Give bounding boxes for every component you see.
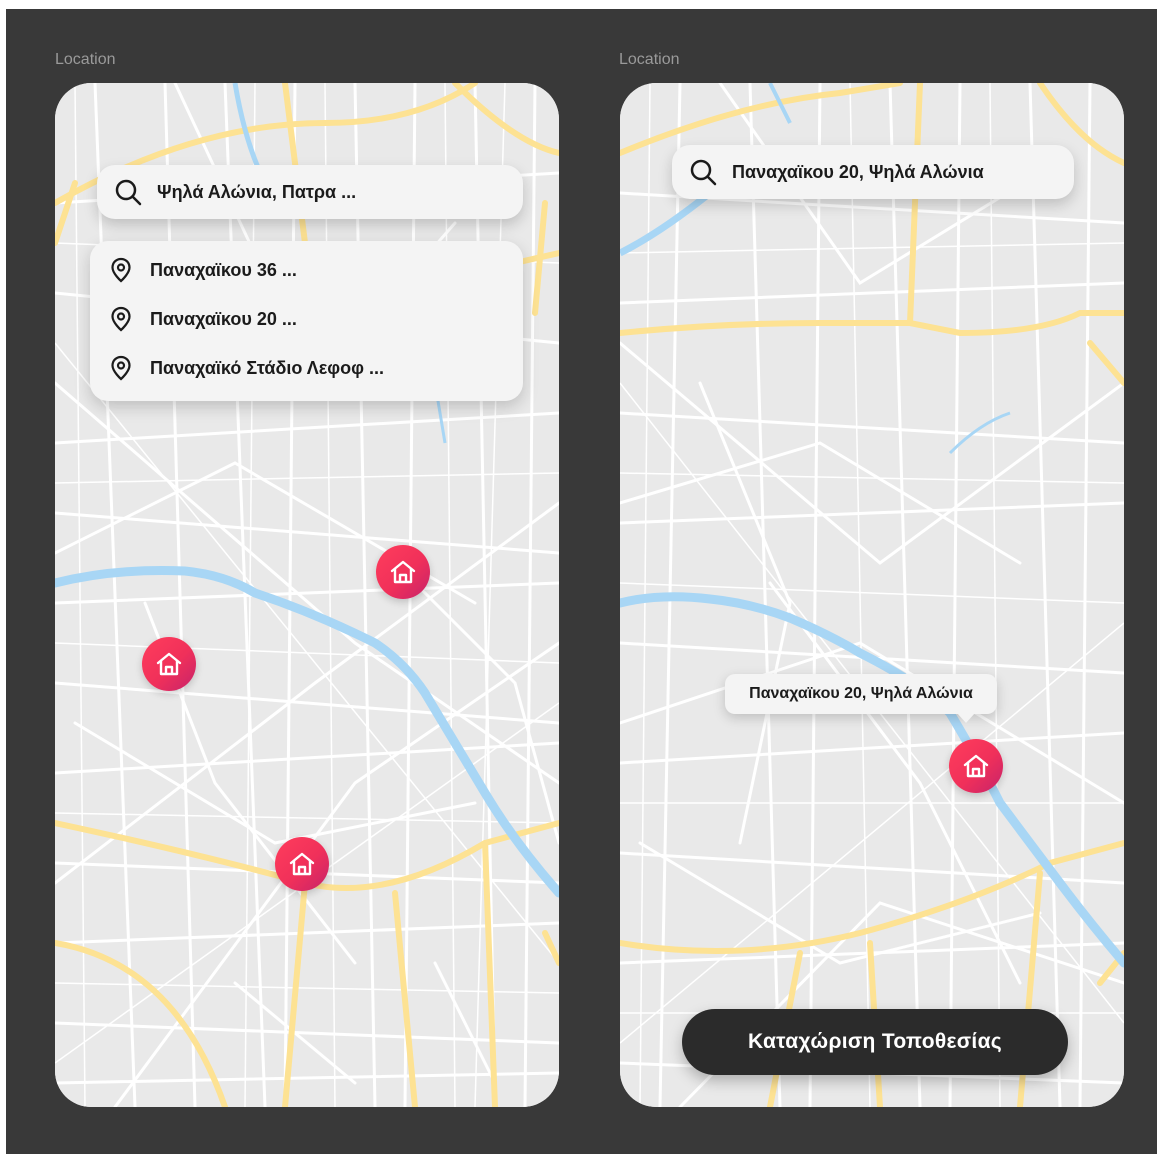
suggestions-dropdown: Παναχαϊκου 36 ... Παναχαϊκου 20 ... Πανα…: [90, 241, 523, 401]
phone-screen-search: Ψηλά Αλώνια, Πατρα ... Παναχαϊκου 36 ...…: [55, 83, 559, 1107]
search-bar[interactable]: Ψηλά Αλώνια, Πατρα ...: [97, 165, 523, 219]
property-marker[interactable]: [275, 837, 329, 891]
location-pin-icon: [111, 355, 131, 381]
search-icon: [115, 179, 142, 206]
property-marker[interactable]: [142, 637, 196, 691]
suggestion-label: Παναχαϊκου 36 ...: [150, 259, 297, 280]
location-pin-icon: [111, 306, 131, 332]
tooltip-tail: [957, 713, 975, 723]
home-icon: [390, 560, 416, 584]
property-marker[interactable]: [376, 545, 430, 599]
tooltip-label: Παναχαϊκου 20, Ψηλά Αλώνια: [749, 685, 973, 702]
suggestion-label: Παναχαϊκου 20 ...: [150, 308, 297, 329]
search-input[interactable]: Παναχαϊκου 20, Ψηλά Αλώνια: [732, 162, 984, 183]
save-location-button[interactable]: Καταχώριση Τοποθεσίας: [682, 1009, 1068, 1075]
suggestion-item[interactable]: Παναχαϊκου 36 ...: [90, 250, 523, 290]
selected-property-marker[interactable]: [949, 739, 1003, 793]
suggestion-item[interactable]: Παναχαϊκου 20 ...: [90, 299, 523, 339]
suggestion-item[interactable]: Παναχαϊκό Στάδιο Λεφοφ ...: [90, 348, 523, 388]
search-input[interactable]: Ψηλά Αλώνια, Πατρα ...: [157, 182, 356, 203]
home-icon: [289, 852, 315, 876]
phone-screen-confirm: Παναχαϊκου 20, Ψηλά Αλώνια Παναχαϊκου 20…: [620, 83, 1124, 1107]
suggestion-label: Παναχαϊκό Στάδιο Λεφοφ ...: [150, 357, 384, 378]
frame-label-right: Location: [619, 51, 680, 68]
location-pin-icon: [111, 257, 131, 283]
home-icon: [963, 754, 989, 778]
search-icon: [690, 159, 717, 186]
frame-label-left: Location: [55, 51, 116, 68]
map-view[interactable]: [620, 83, 1124, 1107]
home-icon: [156, 652, 182, 676]
canvas-background: Location Ψηλά Αλώνια, Πατρα ... Παναχαϊκ…: [6, 9, 1157, 1154]
search-bar[interactable]: Παναχαϊκου 20, Ψηλά Αλώνια: [672, 145, 1074, 199]
location-tooltip: Παναχαϊκου 20, Ψηλά Αλώνια: [725, 674, 997, 723]
map-view[interactable]: [55, 83, 559, 1107]
